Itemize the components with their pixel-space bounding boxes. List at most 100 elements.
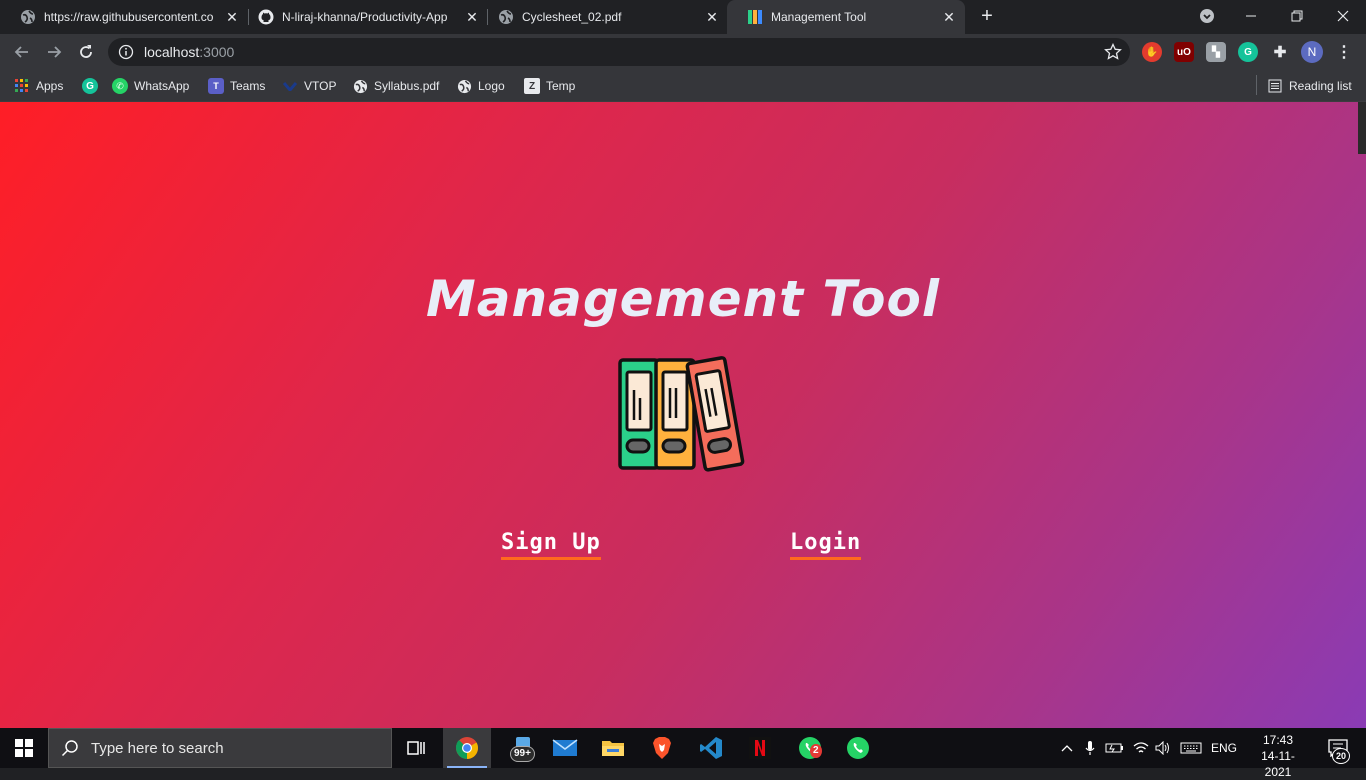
close-tab-icon[interactable]: ✕ xyxy=(939,7,959,27)
stop-hand-icon[interactable]: ✋ xyxy=(1142,42,1162,62)
bookmark-apps[interactable]: Apps xyxy=(14,76,63,96)
bookmark-logo[interactable]: Logo xyxy=(456,76,505,96)
taskbar-whatsapp-web[interactable]: 2 xyxy=(786,728,834,768)
address-bar[interactable]: localhost:3000 xyxy=(108,38,1130,66)
taskbar-brave[interactable] xyxy=(638,728,686,768)
teams-icon: T xyxy=(208,78,224,94)
profile-avatar[interactable]: N xyxy=(1301,41,1323,63)
brave-icon xyxy=(653,737,671,759)
reading-list-label: Reading list xyxy=(1289,79,1352,93)
bookmark-label: VTOP xyxy=(304,79,337,93)
taskbar-search-input[interactable]: Type here to search xyxy=(48,728,392,768)
tab-strip: https://raw.githubusercontent.co ✕ N-lir… xyxy=(0,0,1366,34)
taskbar-netflix[interactable] xyxy=(736,728,784,768)
bookmark-label: Syllabus.pdf xyxy=(374,79,440,93)
bookmark-syllabus[interactable]: Syllabus.pdf xyxy=(352,76,439,96)
apps-grid-icon xyxy=(14,78,30,94)
page-title: Management Tool xyxy=(426,270,940,328)
bookmarks-bar: Apps G ✆ WhatsApp T Teams VTOP Syllabus.… xyxy=(0,70,1366,102)
globe-icon xyxy=(456,78,472,94)
minimize-button[interactable] xyxy=(1228,0,1274,32)
url-host: localhost xyxy=(144,44,200,60)
ublock-icon[interactable]: uO xyxy=(1174,42,1194,62)
binders-favicon xyxy=(748,10,762,24)
vtop-icon xyxy=(282,78,298,94)
bookmarks-divider xyxy=(1256,75,1257,95)
windows-taskbar: Type here to search 99+ 2 ENG 17:43 14-1… xyxy=(0,728,1366,779)
grammarly-icon: G xyxy=(82,78,98,94)
github-icon xyxy=(258,9,274,25)
landing-page: Management Tool Sign Up Login xyxy=(0,102,1366,728)
chevron-up-icon[interactable] xyxy=(1056,728,1078,768)
bookmark-label: WhatsApp xyxy=(134,79,190,93)
bookmark-teams[interactable]: T Teams xyxy=(208,76,265,96)
microphone-icon[interactable] xyxy=(1080,728,1100,768)
back-button[interactable] xyxy=(10,40,34,64)
chevron-down-icon xyxy=(1200,9,1214,23)
extensions-icon[interactable]: ✚ xyxy=(1270,42,1290,62)
volume-icon[interactable] xyxy=(1152,728,1174,768)
taskbar-chrome[interactable] xyxy=(443,728,491,768)
clock-time: 17:43 xyxy=(1262,733,1294,747)
tab-search-button[interactable] xyxy=(1184,0,1230,32)
info-icon[interactable] xyxy=(118,44,134,60)
binders-icon xyxy=(618,356,745,472)
task-view-button[interactable] xyxy=(392,728,440,768)
wifi-icon[interactable] xyxy=(1130,728,1152,768)
temp-icon: Z xyxy=(524,78,540,94)
puzzle-ext-icon[interactable]: ▚ xyxy=(1206,42,1226,62)
windows-logo-icon xyxy=(15,739,33,757)
notification-badge: 20 xyxy=(1332,748,1351,764)
taskbar-whatsapp-desktop[interactable] xyxy=(834,728,882,768)
taskbar-clock[interactable]: 17:43 14-11-2021 xyxy=(1248,732,1308,780)
taskbar-file-explorer[interactable] xyxy=(589,728,637,768)
notes-badge: 99+ xyxy=(510,746,535,762)
restore-button[interactable] xyxy=(1274,0,1320,32)
reload-icon xyxy=(80,45,92,58)
tab-management-tool[interactable]: Management Tool ✕ xyxy=(727,0,965,34)
arrow-left-icon xyxy=(14,46,28,58)
signup-link[interactable]: Sign Up xyxy=(501,530,601,560)
bookmark-label: Logo xyxy=(478,79,505,93)
globe-icon xyxy=(499,10,513,24)
login-link[interactable]: Login xyxy=(790,530,862,560)
bookmark-label: Apps xyxy=(36,79,64,93)
globe-icon xyxy=(352,78,368,94)
keyboard-icon[interactable] xyxy=(1178,728,1204,768)
reading-list-button[interactable]: Reading list xyxy=(1267,76,1352,96)
taskbar-vscode[interactable] xyxy=(687,728,735,768)
bookmark-vtop[interactable]: VTOP xyxy=(282,76,336,96)
clock-date: 14-11-2021 xyxy=(1261,749,1295,779)
grammarly-icon[interactable]: G xyxy=(1238,42,1258,62)
arrow-right-icon xyxy=(48,46,62,58)
bookmark-whatsapp[interactable]: ✆ WhatsApp xyxy=(112,76,189,96)
kebab-menu-icon[interactable]: ⋮ xyxy=(1334,42,1354,62)
tab-title: Management Tool xyxy=(771,10,867,24)
start-button[interactable] xyxy=(0,728,48,768)
restore-icon xyxy=(1291,10,1303,22)
close-window-button[interactable] xyxy=(1320,0,1366,32)
bookmark-label: Teams xyxy=(230,79,266,93)
bookmark-temp[interactable]: Z Temp xyxy=(524,76,575,96)
battery-icon[interactable] xyxy=(1104,728,1126,768)
tab-cyclesheet-pdf[interactable]: Cyclesheet_02.pdf ✕ xyxy=(478,0,728,34)
globe-icon xyxy=(21,10,35,24)
side-panel-handle[interactable] xyxy=(1358,102,1366,154)
whatsapp-badge: 2 xyxy=(810,744,822,758)
bookmark-star-icon[interactable] xyxy=(1104,43,1122,61)
reload-button[interactable] xyxy=(74,40,98,64)
minimize-icon xyxy=(1246,15,1256,17)
forward-button[interactable] xyxy=(42,40,66,64)
language-indicator[interactable]: ENG xyxy=(1208,728,1240,768)
close-tab-icon[interactable]: ✕ xyxy=(702,7,722,27)
tab-github-repo[interactable]: N-liraj-khanna/Productivity-App ✕ xyxy=(238,0,488,34)
netflix-icon xyxy=(749,737,771,759)
tab-raw-githubusercontent[interactable]: https://raw.githubusercontent.co ✕ xyxy=(0,0,248,34)
new-tab-button[interactable]: + xyxy=(976,5,998,27)
chrome-icon xyxy=(455,737,478,759)
notification-center-button[interactable]: 20 xyxy=(1318,728,1358,768)
bookmark-grammarly[interactable]: G xyxy=(82,76,104,96)
folder-icon xyxy=(602,741,624,756)
taskbar-mail[interactable] xyxy=(541,728,589,768)
url-port: :3000 xyxy=(199,44,235,60)
